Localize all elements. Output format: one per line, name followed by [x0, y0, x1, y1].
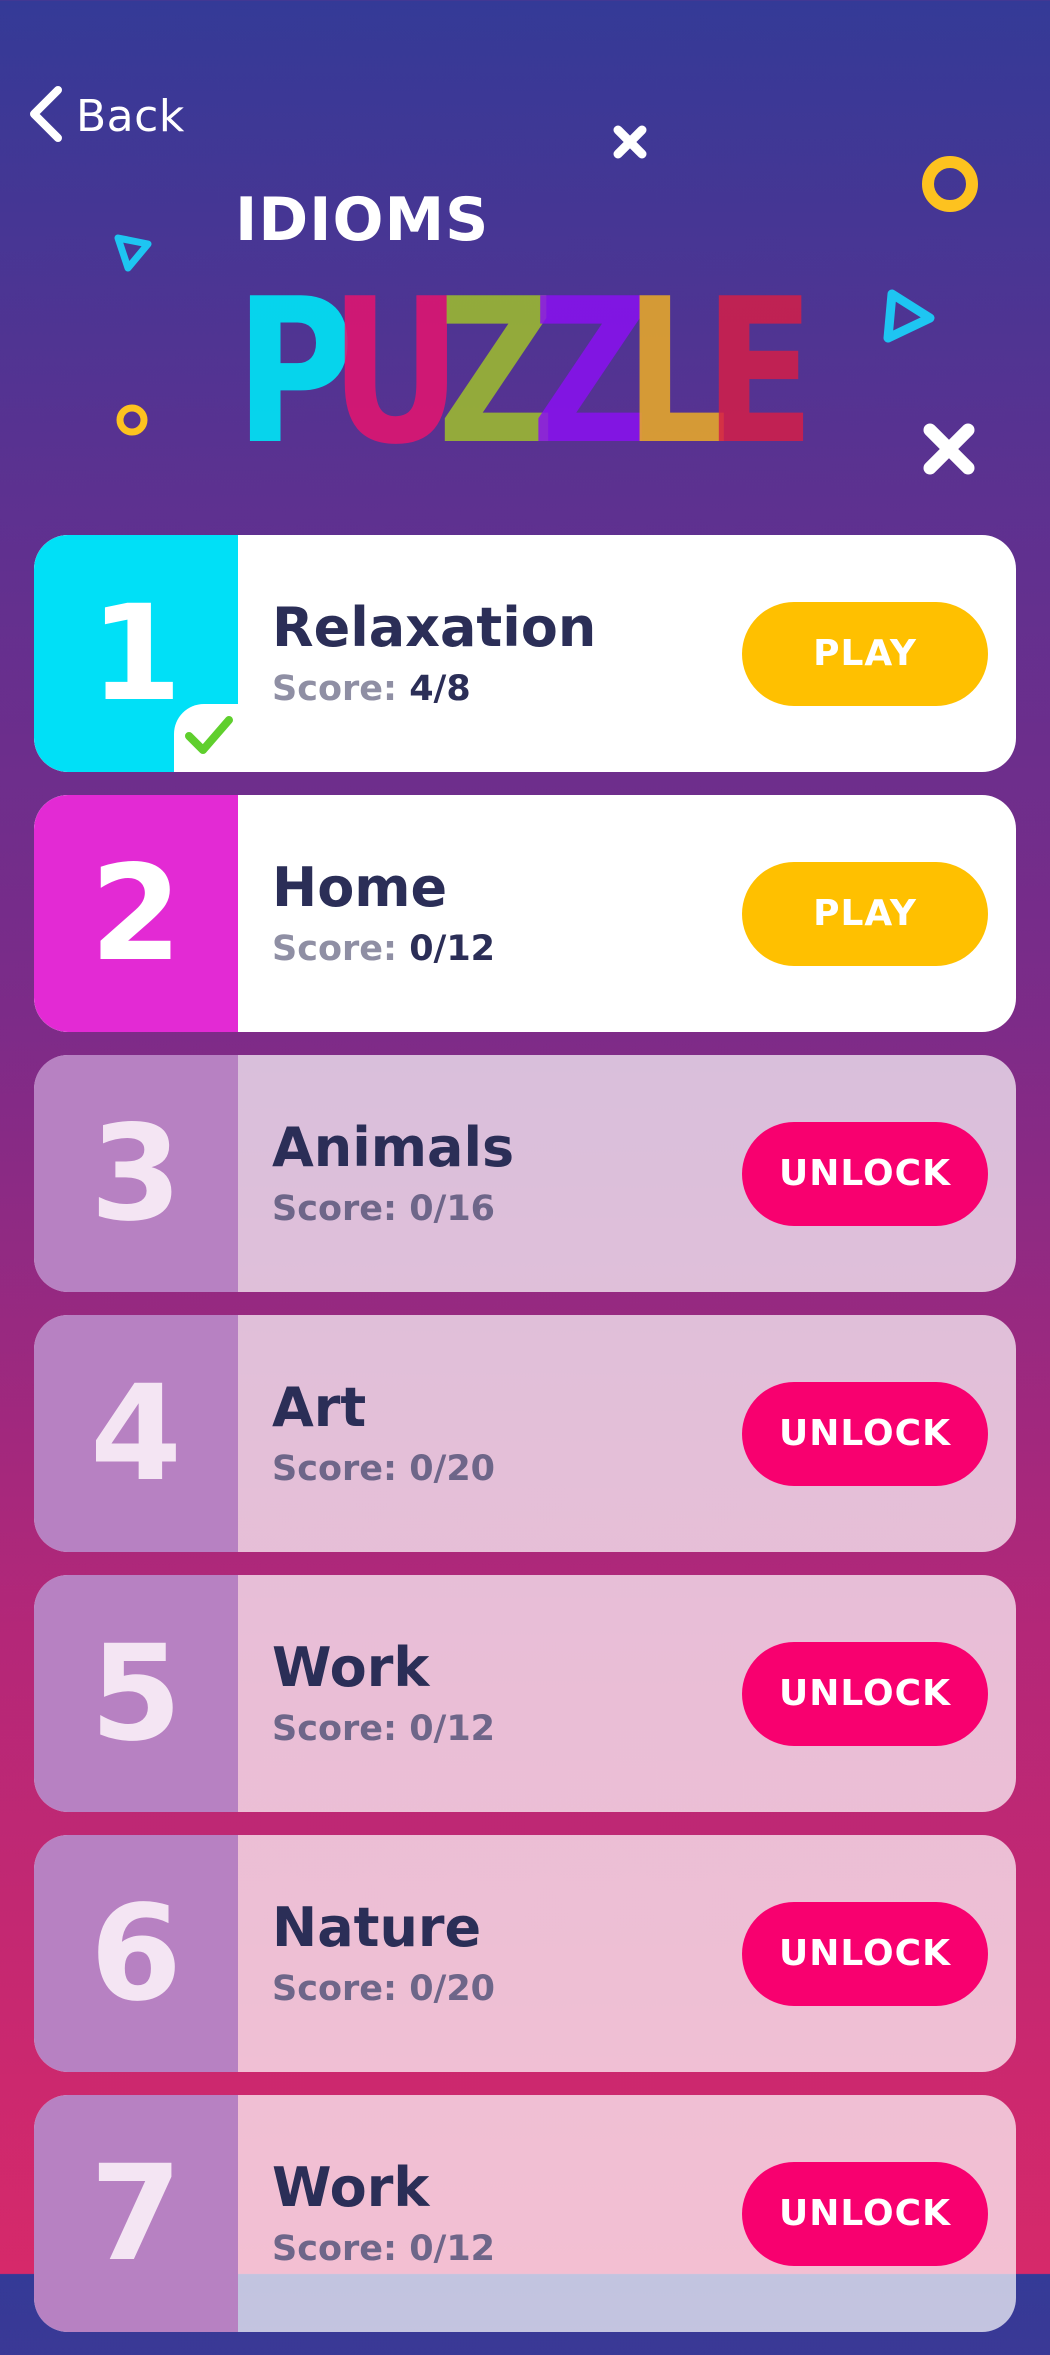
score-value: 0/12: [409, 1709, 496, 1750]
score-label: Score:: [272, 669, 397, 710]
level-info: Work Score: 0/12: [238, 1635, 742, 1749]
level-card-4[interactable]: 4 Art Score: 0/20 UNLOCK: [34, 1315, 1016, 1552]
level-number: 1: [90, 576, 182, 731]
score-label: Score:: [272, 1969, 397, 2010]
level-info: Art Score: 0/20: [238, 1375, 742, 1489]
ring-shape-icon: [116, 404, 148, 436]
level-info: Relaxation Score: 4/8: [238, 595, 742, 709]
play-button[interactable]: PLAY: [742, 861, 988, 966]
level-title: Art: [272, 1375, 367, 1439]
level-number: 3: [90, 1096, 182, 1251]
score-label: Score:: [272, 929, 397, 970]
score-value: 0/16: [409, 1189, 496, 1230]
level-number: 7: [90, 2136, 182, 2291]
level-list: 1 Relaxation Score: 4/8 PLAY 2 Home Scor…: [34, 535, 1016, 2355]
score-value: 0/12: [409, 929, 496, 970]
level-card-5[interactable]: 5 Work Score: 0/12 UNLOCK: [34, 1575, 1016, 1812]
level-title: Work: [272, 1635, 430, 1699]
level-score: Score: 0/16: [272, 1189, 742, 1229]
level-card-1[interactable]: 1 Relaxation Score: 4/8 PLAY: [34, 535, 1016, 772]
unlock-button[interactable]: UNLOCK: [742, 2161, 988, 2266]
level-info: Home Score: 0/12: [238, 855, 742, 969]
score-value: 0/20: [409, 1969, 496, 2010]
unlock-button[interactable]: UNLOCK: [742, 1381, 988, 1486]
level-score: Score: 0/20: [272, 1449, 742, 1489]
level-number-panel: 7: [34, 2095, 238, 2332]
chevron-left-icon: [26, 84, 66, 148]
level-score: Score: 0/12: [272, 2229, 742, 2269]
score-label: Score:: [272, 1449, 397, 1490]
level-info: Nature Score: 0/20: [238, 1895, 742, 2009]
score-label: Score:: [272, 2229, 397, 2270]
ring-shape-icon: [922, 156, 978, 212]
level-number: 6: [90, 1876, 182, 2031]
back-button[interactable]: Back: [26, 86, 185, 146]
level-info: Work Score: 0/12: [238, 2155, 742, 2269]
checkmark-icon: [185, 716, 233, 754]
logo-line1: IDIOMS: [235, 185, 490, 255]
x-shape-icon: [613, 125, 647, 159]
level-score: Score: 0/12: [272, 929, 742, 969]
level-number-panel: 3: [34, 1055, 238, 1292]
unlock-button[interactable]: UNLOCK: [742, 1641, 988, 1746]
level-number: 2: [90, 836, 182, 991]
level-card-7[interactable]: 7 Work Score: 0/12 UNLOCK: [34, 2095, 1016, 2332]
app-logo: IDIOMS PUZZLE: [235, 185, 825, 455]
x-shape-icon: [923, 423, 975, 475]
score-value: 4/8: [409, 669, 471, 710]
score-label: Score:: [272, 1189, 397, 1230]
level-number-panel: 4: [34, 1315, 238, 1552]
level-card-3[interactable]: 3 Animals Score: 0/16 UNLOCK: [34, 1055, 1016, 1292]
score-value: 0/12: [409, 2229, 496, 2270]
triangle-shape-icon: [883, 289, 935, 343]
triangle-shape-icon: [114, 234, 152, 272]
level-title: Nature: [272, 1895, 482, 1959]
level-score: Score: 4/8: [272, 669, 742, 709]
level-number: 5: [90, 1616, 182, 1771]
level-number: 4: [90, 1356, 182, 1511]
level-number-panel: 1: [34, 535, 240, 772]
level-info: Animals Score: 0/16: [238, 1115, 742, 1229]
level-card-6[interactable]: 6 Nature Score: 0/20 UNLOCK: [34, 1835, 1016, 2072]
level-number-panel: 6: [34, 1835, 238, 2072]
score-label: Score:: [272, 1709, 397, 1750]
puzzle-wordmark: PUZZLE: [235, 265, 815, 455]
level-card-2[interactable]: 2 Home Score: 0/12 PLAY: [34, 795, 1016, 1032]
level-number-panel: 2: [34, 795, 238, 1032]
level-score: Score: 0/12: [272, 1709, 742, 1749]
completed-badge: [174, 704, 240, 772]
level-score: Score: 0/20: [272, 1969, 742, 2009]
level-title: Work: [272, 2155, 430, 2219]
unlock-button[interactable]: UNLOCK: [742, 1901, 988, 2006]
level-title: Animals: [272, 1115, 515, 1179]
play-button[interactable]: PLAY: [742, 601, 988, 706]
svg-text:PUZZLE: PUZZLE: [235, 265, 815, 455]
score-value: 0/20: [409, 1449, 496, 1490]
unlock-button[interactable]: UNLOCK: [742, 1121, 988, 1226]
level-title: Relaxation: [272, 595, 597, 659]
back-label: Back: [76, 90, 185, 142]
level-number-panel: 5: [34, 1575, 238, 1812]
level-title: Home: [272, 855, 448, 919]
